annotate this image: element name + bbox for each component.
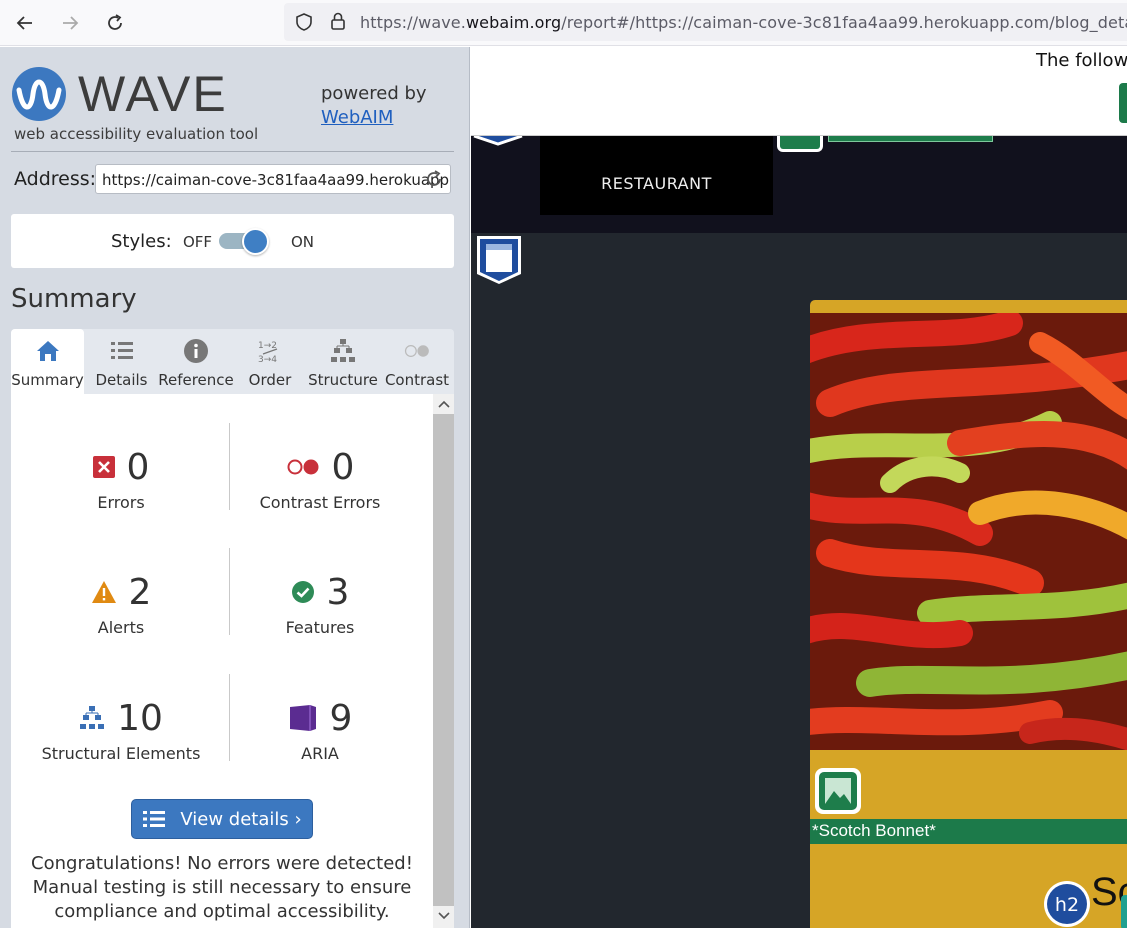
stat-features[interactable]: 3 Features	[220, 571, 420, 638]
url-bar[interactable]: https://wave.webaim.org/report#/https://…	[284, 3, 1127, 41]
powered-by-text: powered by	[321, 83, 427, 104]
address-input[interactable]: https://caiman-cove-3c81faa4aa99.herokua…	[95, 164, 451, 194]
stat-value: 9	[329, 697, 353, 739]
chevron-up-icon	[437, 400, 450, 408]
wave-panel: WAVE web accessibility evaluation tool p…	[0, 47, 470, 928]
stat-label: Alerts	[97, 618, 145, 637]
styles-off-label: OFF	[183, 233, 213, 251]
svg-text:h2: h2	[1055, 894, 1079, 916]
home-icon	[35, 338, 61, 364]
wave-tagline: web accessibility evaluation tool	[14, 125, 259, 143]
alt-text-caption: *Scotch Bonnet*	[810, 819, 1127, 844]
scroll-up-arrow[interactable]	[433, 396, 454, 412]
stat-value: 0	[126, 446, 150, 488]
header-divider	[11, 151, 454, 152]
summary-content: 0 Errors 0 Contrast Errors 2 Alerts 3 Fe…	[11, 394, 454, 928]
structure-icon	[330, 338, 356, 364]
congrats-line: Manual testing is still necessary to ens…	[32, 877, 412, 898]
page-preview: The followi RESTAURANT *Scotch Bonnet* h…	[471, 47, 1127, 928]
order-icon: 1→2 3→4	[257, 338, 283, 364]
url-text[interactable]: https://wave.webaim.org/report#/https://…	[360, 13, 1127, 32]
summary-heading: Summary	[11, 284, 137, 314]
stat-label: Features	[285, 618, 355, 637]
view-details-label: View details ›	[180, 808, 302, 830]
congrats-line: compliance and optimal accessibility.	[54, 901, 390, 922]
reload-icon	[108, 14, 122, 30]
stat-value: 2	[128, 571, 152, 613]
feature-icon	[291, 581, 314, 603]
stat-label: Contrast Errors	[259, 493, 381, 512]
wave-main-region-icon[interactable]	[473, 234, 525, 286]
stat-alerts[interactable]: 2 Alerts	[21, 572, 221, 637]
list-icon	[143, 811, 166, 827]
alert-icon	[91, 581, 116, 603]
styles-label: Styles:	[111, 231, 172, 252]
styles-on-label: ON	[291, 233, 315, 251]
tab-structure[interactable]: Structure	[306, 329, 380, 394]
stat-value: 10	[117, 697, 163, 739]
alt-text-bar	[828, 136, 993, 142]
styles-toggle-knob[interactable]	[242, 228, 269, 255]
forward-button[interactable]	[55, 8, 85, 38]
list-icon	[109, 338, 135, 364]
contrast-icon	[404, 338, 430, 364]
wave-structure-badge-icon[interactable]	[472, 136, 524, 146]
shield-icon[interactable]	[294, 12, 314, 32]
wave-image-alt-icon[interactable]	[814, 767, 862, 815]
lock-icon[interactable]	[329, 11, 347, 31]
wave-logo-text: WAVE	[78, 66, 228, 122]
tab-label: Reference	[158, 371, 234, 389]
wave-image-icon[interactable]	[777, 136, 823, 152]
restaurant-logo[interactable]: RESTAURANT	[540, 136, 773, 215]
browser-toolbar: https://wave.webaim.org/report#/https://…	[0, 0, 1127, 46]
view-details-button[interactable]: View details ›	[131, 799, 313, 839]
info-icon	[183, 338, 209, 364]
wave-aria-icon[interactable]	[1121, 895, 1127, 928]
wave-logo-icon	[12, 67, 66, 121]
tab-label: Structure	[308, 371, 378, 389]
tab-summary[interactable]: Summary	[11, 329, 84, 394]
tab-label: Contrast	[384, 371, 450, 389]
wave-feature-icon[interactable]	[1119, 83, 1127, 123]
aria-icon	[289, 705, 316, 731]
back-button[interactable]	[10, 8, 40, 38]
back-arrow-icon	[16, 16, 32, 30]
wave-h2-icon[interactable]: h2	[1043, 880, 1091, 928]
reload-button[interactable]	[100, 8, 130, 38]
tab-label: Summary	[11, 371, 84, 389]
contrast-error-icon	[287, 459, 319, 475]
tab-order[interactable]: 1→2 3→4 Order	[235, 329, 305, 394]
scroll-down-arrow[interactable]	[433, 906, 454, 926]
svg-text:3→4: 3→4	[258, 355, 277, 364]
forward-arrow-icon	[63, 16, 79, 30]
stat-structural-elements[interactable]: 10 Structural Elements	[21, 697, 221, 764]
scotch-bonnet-image	[810, 313, 1127, 750]
stat-label: ARIA	[301, 744, 339, 763]
stat-contrast-errors[interactable]: 0 Contrast Errors	[220, 446, 420, 513]
styles-toggle-box: Styles: OFF ON	[11, 214, 454, 268]
webaim-link[interactable]: WebAIM	[321, 107, 393, 128]
preview-top-text: The followi	[1036, 50, 1127, 71]
preview-top-banner: The followi	[471, 47, 1127, 136]
tab-bar: Summary Details Reference 1→2 3→4 Order S…	[11, 329, 454, 394]
address-reload-icon[interactable]	[424, 169, 444, 189]
stat-value: 3	[326, 571, 350, 613]
chevron-down-icon	[437, 912, 450, 920]
tab-label: Order	[248, 371, 292, 389]
scrollbar-thumb[interactable]	[433, 414, 454, 906]
tab-label: Details	[95, 371, 148, 389]
tab-reference[interactable]: Reference	[158, 329, 234, 394]
address-label: Address:	[14, 168, 97, 190]
congrats-line: Congratulations! No errors were detected…	[31, 853, 413, 874]
stat-label: Structural Elements	[41, 744, 201, 763]
congrats-message: Congratulations! No errors were detected…	[22, 852, 422, 924]
stat-label: Errors	[97, 493, 145, 512]
stat-value: 0	[331, 446, 355, 488]
structure-icon	[80, 706, 105, 729]
error-icon	[92, 456, 115, 478]
tab-contrast[interactable]: Contrast	[380, 329, 454, 394]
stat-aria[interactable]: 9 ARIA	[220, 698, 420, 763]
tab-details[interactable]: Details	[85, 329, 158, 394]
stat-errors[interactable]: 0 Errors	[21, 447, 221, 512]
